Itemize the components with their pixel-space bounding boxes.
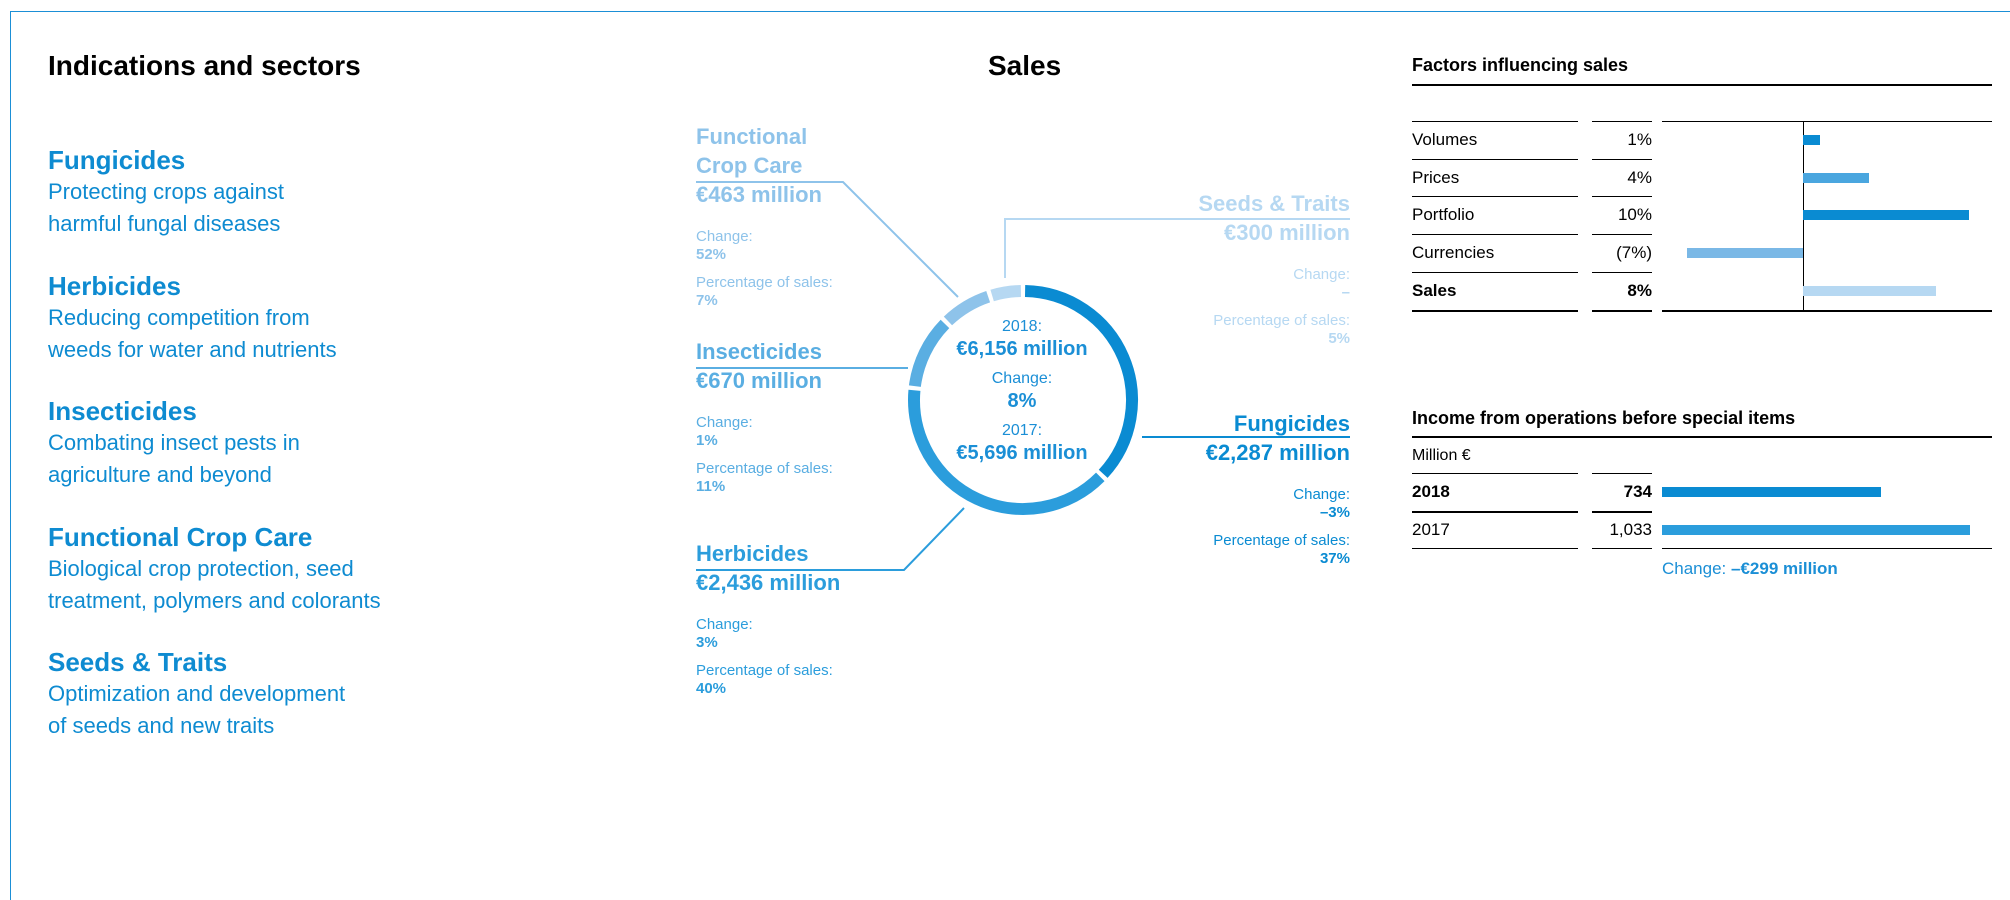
segment-share-label: Percentage of sales: [1213, 532, 1350, 549]
segment-amount: €463 million [696, 182, 822, 207]
donut-slice-seeds-traits [990, 285, 1022, 302]
center-change-label: Change: [991, 370, 1053, 387]
income-bar [1662, 487, 1881, 497]
factors-row-rule [1412, 158, 1578, 160]
income-row-rule [1412, 548, 1578, 549]
factor-value: (7%) [1616, 243, 1652, 263]
factors-row-rule [1592, 234, 1652, 236]
segment-change-label: Change: [1293, 486, 1350, 503]
factor-value: 8% [1627, 280, 1652, 300]
center-2018-value: €6,156 million [956, 338, 1088, 360]
factor-label: Sales [1412, 280, 1457, 300]
segment-change-value: 52% [696, 246, 727, 263]
factors-rule [1412, 121, 1578, 122]
segment-name: Herbicides [696, 541, 809, 566]
factors-row-rule [1592, 196, 1652, 198]
segment-share-label: Percentage of sales: [696, 460, 833, 477]
factor-label: Prices [1412, 167, 1460, 187]
segment-herbicides: Herbicides €2,436 million Change: 3% Per… [696, 539, 840, 698]
center-2018-label: 2018: [1001, 318, 1043, 335]
income-row-rule [1662, 548, 1992, 549]
segment-amount: €670 million [696, 368, 822, 393]
income-value: 734 [1623, 482, 1652, 501]
segment-change-label: Change: [696, 616, 753, 633]
factors-row-rule [1412, 309, 1578, 312]
factors-row-rule [1412, 271, 1578, 273]
income-title: Income from operations before special it… [1412, 408, 1796, 428]
factors-row-rule [1592, 309, 1652, 312]
factor-bar [1686, 248, 1803, 259]
segment-share-label: Percentage of sales: [696, 274, 833, 291]
segment-change-value: 1% [696, 432, 718, 449]
factors-rule [1592, 121, 1652, 122]
segment-share-value: 5% [1328, 330, 1350, 347]
income-rule [1412, 473, 1578, 474]
income-year: 2018 [1412, 482, 1450, 501]
segment-change-label: Change: [696, 414, 753, 431]
segment-share-value: 37% [1319, 550, 1350, 567]
segment-name: Insecticides [696, 339, 822, 364]
factor-value: 1% [1627, 130, 1652, 149]
segment-change-value: –3% [1319, 504, 1350, 521]
segment-share-value: 7% [696, 292, 718, 309]
income-rule [1592, 473, 1652, 474]
center-2017-label: 2017: [1001, 422, 1043, 439]
income-change-value: –€299 million [1731, 559, 1838, 578]
segment-amount: €2,436 million [696, 570, 841, 595]
segment-share-label: Percentage of sales: [1213, 312, 1350, 329]
factor-bar [1803, 135, 1820, 145]
segment-insecticides: Insecticides €670 million Change: 1% Per… [696, 337, 833, 496]
income-change: Change: –€299 million [1662, 559, 1838, 579]
segment-change-value: 3% [696, 634, 718, 651]
income-row-rule [1592, 548, 1652, 549]
factors-row-rule [1592, 271, 1652, 273]
center-change-value: 8% [1007, 390, 1037, 412]
factors-row-rule [1412, 234, 1578, 236]
income-year: 2017 [1412, 519, 1450, 539]
segment-name: Fungicides [1233, 411, 1350, 436]
segment-functional-crop-care: Functional Crop Care €463 million Change… [696, 122, 833, 310]
segment-amount: €300 million [1224, 220, 1350, 245]
income-row-rule [1592, 510, 1652, 513]
factor-bar [1803, 172, 1870, 183]
segment-change-label: Change: [696, 228, 753, 245]
factor-label: Volumes [1412, 130, 1478, 149]
factors-row-rule [1592, 158, 1652, 160]
segment-name: Functional Crop Care [696, 124, 808, 178]
segment-amount: €2,287 million [1205, 440, 1350, 465]
factors-row-rule [1412, 196, 1578, 198]
income-value: 1,033 [1609, 519, 1652, 539]
segment-share-value: 40% [696, 680, 727, 697]
factor-value: 4% [1627, 167, 1652, 187]
income-row-rule [1412, 510, 1578, 513]
factors-rule [1662, 121, 1992, 122]
factor-bar [1803, 210, 1969, 221]
segment-name: Seeds & Traits [1198, 191, 1350, 216]
segment-change-label: Change: [1293, 266, 1350, 283]
segment-seeds-traits: Seeds & Traits €300 million Change: – Pe… [1150, 189, 1350, 348]
factor-label: Currencies [1412, 243, 1495, 263]
segment-fungicides: Fungicides €2,287 million Change: –3% Pe… [1150, 409, 1350, 568]
factor-label: Portfolio [1412, 205, 1475, 225]
factors-row-rule [1662, 309, 1992, 312]
segment-share-label: Percentage of sales: [696, 662, 833, 679]
income-title-rule [1412, 436, 1992, 438]
factors-title-rule [1412, 84, 1992, 86]
segment-share-value: 11% [696, 478, 726, 495]
center-2017-value: €5,696 million [956, 442, 1088, 464]
income-change-label: Change: [1662, 559, 1727, 578]
factor-bar [1803, 285, 1936, 296]
segment-change-value: – [1341, 284, 1350, 301]
factor-value: 10% [1617, 205, 1652, 225]
donut-center: 2018: €6,156 million Change: 8% 2017: €5… [922, 318, 1122, 466]
income-unit-label: Million € [1412, 447, 1471, 464]
factors-title: Factors influencing sales [1412, 55, 1629, 75]
income-bar [1662, 524, 1970, 535]
